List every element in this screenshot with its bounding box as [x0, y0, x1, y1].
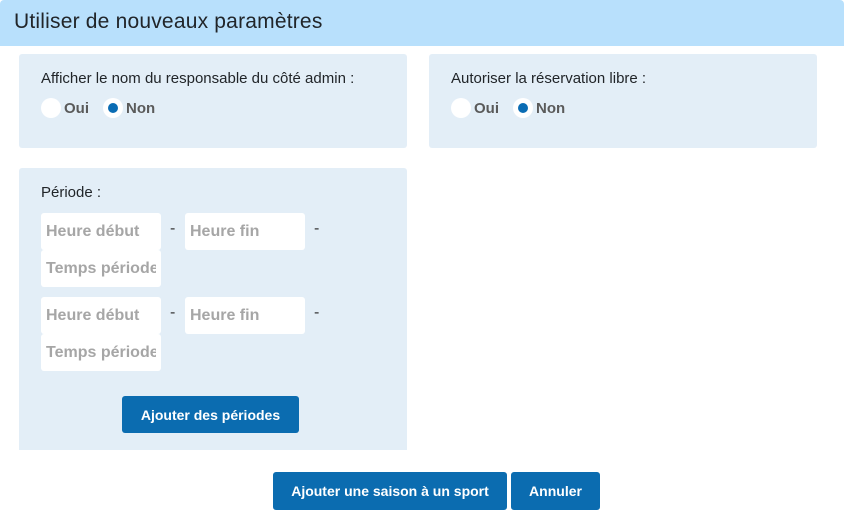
- free-booking-label-non: Non: [536, 99, 566, 117]
- admin-name-radio-oui[interactable]: [41, 98, 61, 118]
- period-panel: Période : - - - - Ajouter des périodes: [19, 168, 407, 450]
- period-2-start-input[interactable]: [41, 297, 161, 334]
- period-1-end-input[interactable]: [185, 213, 305, 250]
- admin-name-option-oui[interactable]: Oui: [41, 98, 89, 118]
- free-booking-radio-group: Oui Non: [451, 98, 579, 118]
- admin-name-panel: Afficher le nom du responsable du côté a…: [19, 54, 407, 148]
- free-booking-option-non[interactable]: Non: [513, 98, 565, 118]
- admin-name-label: Afficher le nom du responsable du côté a…: [41, 70, 355, 87]
- settings-dialog: Utiliser de nouveaux paramètres Afficher…: [0, 0, 844, 519]
- free-booking-radio-oui[interactable]: [451, 98, 471, 118]
- admin-name-label-non: Non: [126, 99, 156, 117]
- period-1-start-input[interactable]: [41, 213, 161, 250]
- dialog-title: Utiliser de nouveaux paramètres: [14, 10, 323, 33]
- free-booking-panel: Autoriser la réservation libre : Oui Non: [429, 54, 817, 148]
- period-2-duration-input[interactable]: [41, 334, 161, 371]
- admin-name-label-oui: Oui: [64, 99, 89, 117]
- add-periods-button[interactable]: Ajouter des périodes: [122, 396, 299, 433]
- cancel-button[interactable]: Annuler: [511, 472, 600, 510]
- period-2-separator-2: -: [314, 304, 320, 321]
- free-booking-label-oui: Oui: [474, 99, 499, 117]
- period-2-end-input[interactable]: [185, 297, 305, 334]
- period-label: Période :: [41, 184, 102, 201]
- admin-name-option-non[interactable]: Non: [103, 98, 155, 118]
- free-booking-label: Autoriser la réservation libre :: [451, 70, 647, 87]
- period-1-separator: -: [170, 220, 176, 237]
- free-booking-option-oui[interactable]: Oui: [451, 98, 499, 118]
- add-season-button[interactable]: Ajouter une saison à un sport: [273, 472, 507, 510]
- period-1-duration-input[interactable]: [41, 250, 161, 287]
- admin-name-radio-group: Oui Non: [41, 98, 169, 118]
- free-booking-radio-non[interactable]: [513, 98, 533, 118]
- dialog-header: Utiliser de nouveaux paramètres: [0, 0, 844, 46]
- period-1-separator-2: -: [314, 220, 320, 237]
- admin-name-radio-non[interactable]: [103, 98, 123, 118]
- period-2-separator: -: [170, 304, 176, 321]
